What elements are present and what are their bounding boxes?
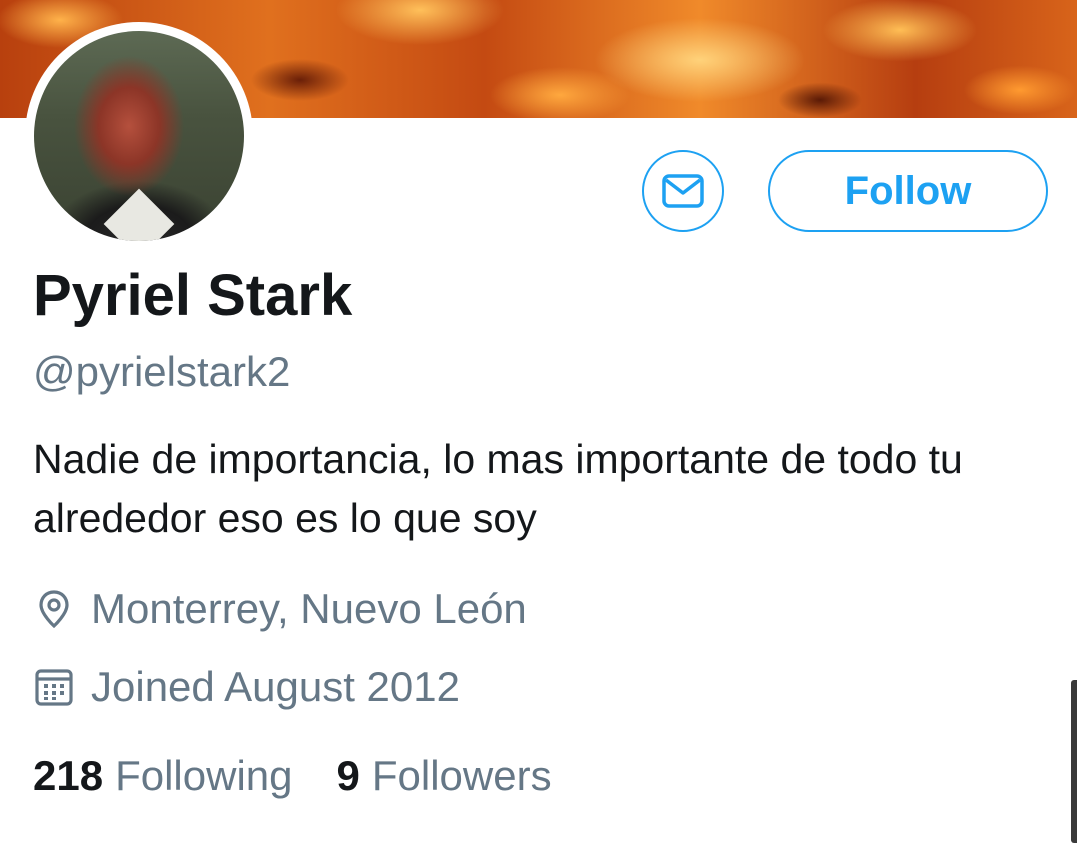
- profile-page: Follow Pyriel Stark @pyrielstark2 Nadie …: [0, 0, 1077, 843]
- calendar-icon: [33, 666, 75, 708]
- avatar[interactable]: [25, 22, 253, 250]
- message-button[interactable]: [642, 150, 724, 232]
- envelope-icon: [662, 174, 704, 208]
- followers-label: Followers: [371, 752, 552, 799]
- followers-link[interactable]: 9 Followers: [337, 752, 552, 800]
- follow-button[interactable]: Follow: [768, 150, 1048, 232]
- following-link[interactable]: 218 Following: [33, 752, 293, 800]
- following-label: Following: [115, 752, 293, 799]
- following-count: 218: [33, 752, 104, 799]
- followers-count: 9: [336, 752, 360, 799]
- profile-handle: @pyrielstark2: [33, 348, 291, 395]
- location-text: Monterrey, Nuevo León: [91, 585, 527, 632]
- profile-bio: Nadie de importancia, lo mas importante …: [33, 436, 963, 541]
- scrollbar[interactable]: [1071, 680, 1077, 843]
- profile-stats: 218 Following 9 Followers: [33, 752, 596, 800]
- location-row: Monterrey, Nuevo León: [33, 585, 527, 633]
- profile-name: Pyriel Stark: [33, 263, 353, 328]
- map-pin-icon: [33, 588, 75, 630]
- joined-row: Joined August 2012: [33, 663, 460, 711]
- avatar-image: [34, 31, 244, 241]
- joined-text: Joined August 2012: [91, 663, 460, 710]
